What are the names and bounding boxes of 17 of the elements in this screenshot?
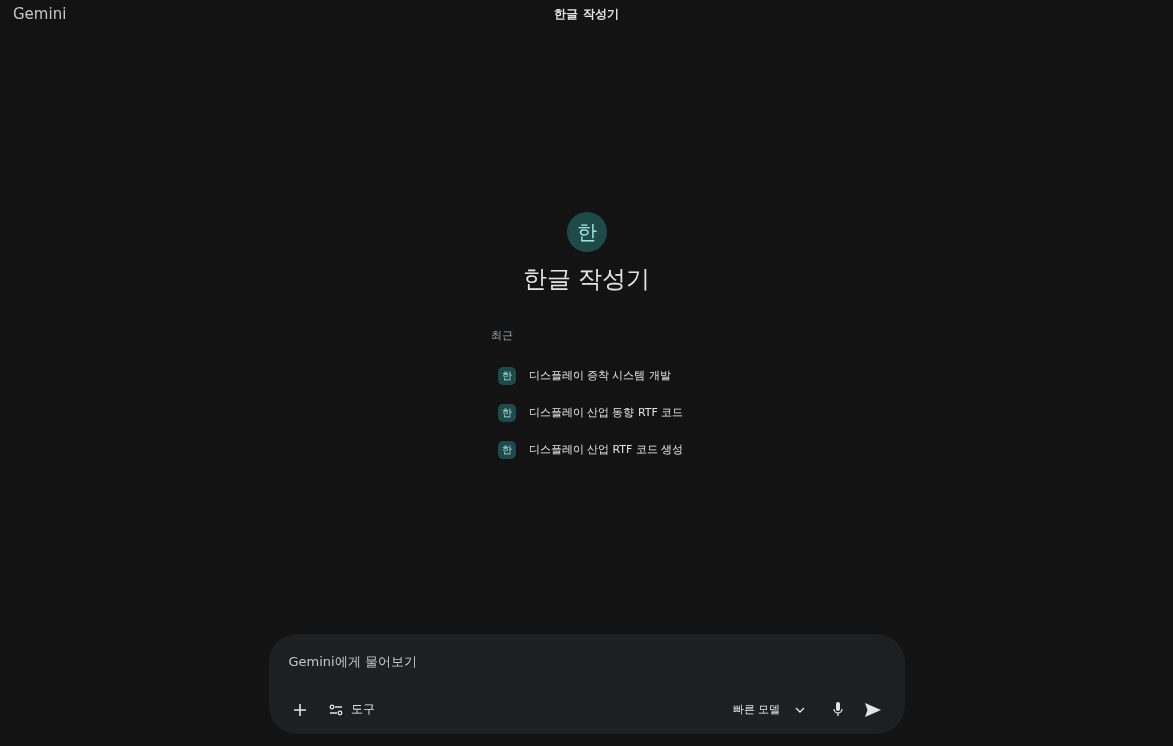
page-title: 한글 작성기 bbox=[554, 5, 619, 23]
chat-avatar: 한 bbox=[497, 366, 516, 385]
chevron-down-icon bbox=[794, 706, 805, 713]
brand-name[interactable]: Gemini bbox=[13, 5, 555, 23]
recent-chat-link[interactable]: 디스플레이 증착 시스템 개발 bbox=[528, 368, 671, 383]
prompt-field[interactable]: Gemini에게 물어보기 도구 빠른 모델 bbox=[268, 634, 905, 734]
recent-chat-link[interactable]: 디스플레이 산업 동향 RTF 코드 bbox=[528, 405, 684, 420]
recent-chat-link[interactable]: 디스플레이 산업 RTF 코드 생성 bbox=[528, 442, 684, 457]
chat-avatar: 한 bbox=[497, 440, 516, 459]
chat-avatar: 한 bbox=[497, 403, 516, 422]
plus-icon bbox=[292, 702, 307, 717]
tools-button[interactable]: 도구 bbox=[322, 695, 381, 724]
model-dropdown[interactable]: 빠른 모델 bbox=[727, 696, 811, 723]
section-label: 최근 bbox=[490, 328, 514, 343]
gem-name: 한글 작성기 bbox=[522, 264, 651, 295]
gem-avatar: 한 bbox=[566, 212, 607, 252]
sliders-icon bbox=[328, 703, 343, 716]
